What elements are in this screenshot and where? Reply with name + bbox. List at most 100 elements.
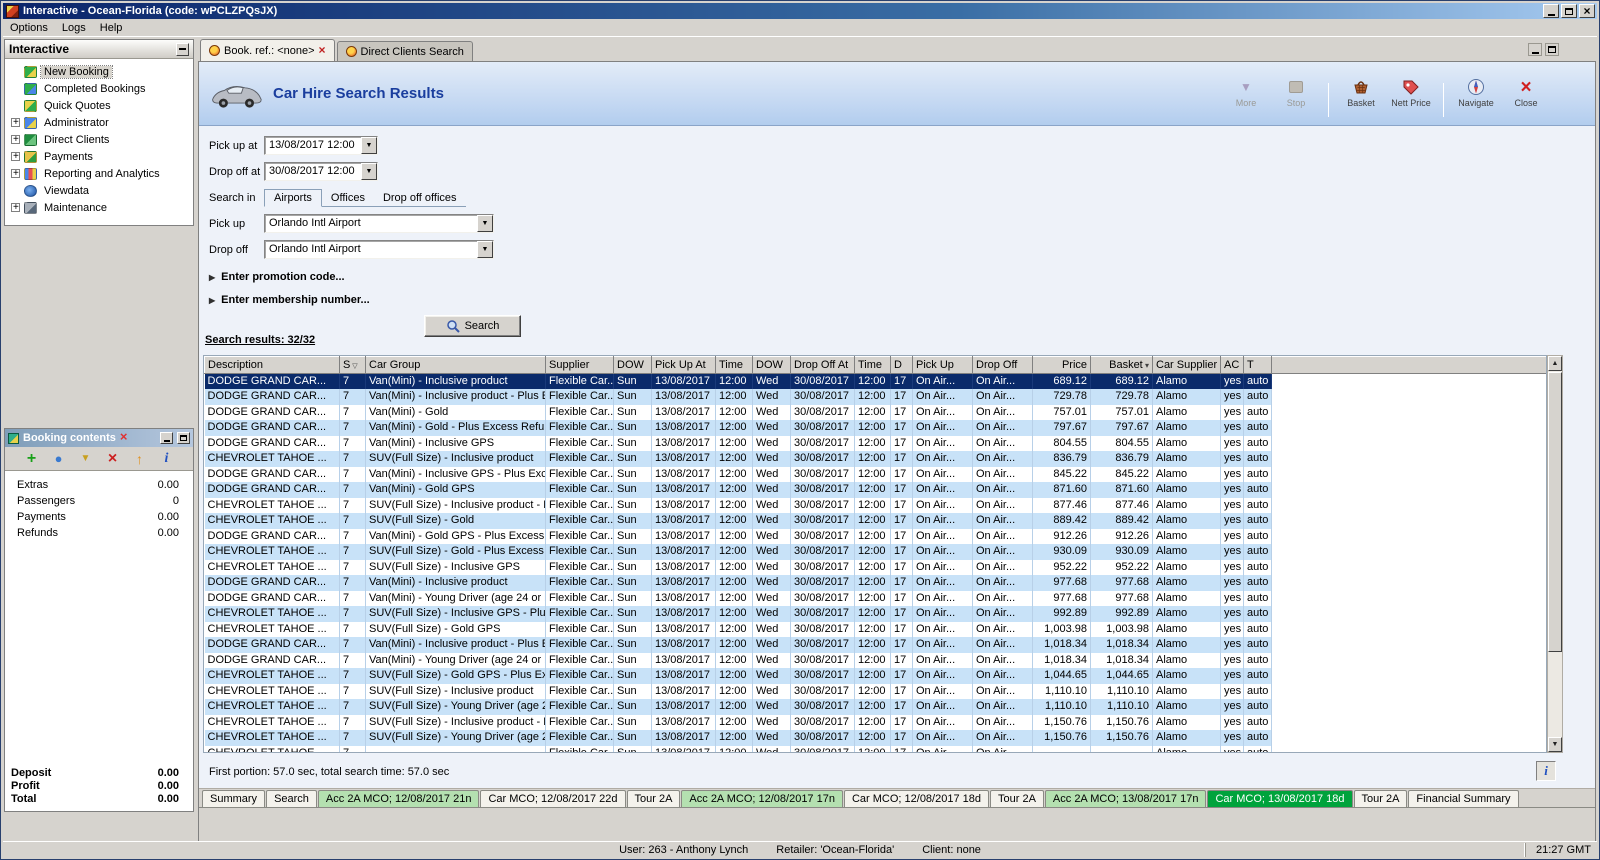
col-dropoff-at[interactable]: Drop Off At [790,356,855,374]
moveup-icon[interactable] [131,450,149,468]
result-row[interactable]: CHEVROLET TAHOE ... 7 SUV(Full Size) - G… [204,544,1546,560]
col-price[interactable]: Price [1032,356,1091,374]
table-scrollbar[interactable] [1547,355,1563,753]
result-row[interactable]: CHEVROLET TAHOE ... 7 SUV(Full Size) - G… [204,621,1546,637]
filter-icon[interactable] [77,450,95,468]
sidebar-item[interactable]: Quick Quotes [7,97,191,114]
col-car-supplier[interactable]: Car Supplier [1152,356,1221,374]
expand-icon[interactable] [11,117,20,128]
itinerary-tab[interactable]: Acc 2A MCO; 13/08/2017 17n [1044,790,1207,807]
globe-icon[interactable] [50,450,68,468]
itinerary-tab[interactable]: Search [266,790,317,807]
result-row[interactable]: DODGE GRAND CAR... 7 Van(Mini) - Inclusi… [204,466,1546,482]
col-pickup-time[interactable]: Time [715,356,753,374]
dropoff-location-combo[interactable]: Orlando Intl Airport [264,240,494,259]
tab-book-ref[interactable]: Book. ref.: <none> [200,39,335,61]
result-row[interactable]: DODGE GRAND CAR... 7 Van(Mini) - Inclusi… [204,575,1546,591]
itinerary-tab[interactable]: Car MCO; 13/08/2017 18d [1207,790,1353,807]
itinerary-tab[interactable]: Acc 2A MCO; 12/08/2017 17n [681,790,843,807]
result-row[interactable]: CHEVROLET TAHOE ... 7 SUV(Full Size) - I… [204,451,1546,467]
more-button[interactable]: More [1223,79,1269,108]
col-dropoff-loc[interactable]: Drop Off [972,356,1033,374]
col-supplier[interactable]: Supplier [545,356,614,374]
pane-restore-button[interactable] [1545,43,1559,56]
col-description[interactable]: Description [204,356,340,374]
result-row[interactable]: DODGE GRAND CAR... 7 Van(Mini) - Inclusi… [204,637,1546,653]
membership-expander[interactable]: Enter membership number... [209,289,521,311]
col-ac[interactable]: AC [1220,356,1244,374]
delete-icon[interactable] [104,450,122,468]
expand-icon[interactable] [11,168,20,179]
collapse-panel-button[interactable] [176,42,189,56]
result-row[interactable]: DODGE GRAND CAR... 7 Van(Mini) - Gold GP… [204,482,1546,498]
promo-code-expander[interactable]: Enter promotion code... [209,266,521,288]
col-days[interactable]: D [890,356,913,374]
result-row[interactable]: CHEVROLET TAHOE ... 7 SUV(Full Size) - I… [204,683,1546,699]
dropdown-arrow-icon[interactable] [361,137,377,154]
panel-restore-button[interactable] [177,432,190,444]
result-row[interactable]: CHEVROLET TAHOE ... 7 SUV(Full Size) - Y… [204,699,1546,715]
stop-button[interactable]: Stop [1273,79,1319,108]
search-in-tab[interactable]: Airports [264,189,322,207]
pickup-datetime-combo[interactable]: 13/08/2017 12:00 [264,136,378,155]
info-icon[interactable] [158,450,176,468]
result-row[interactable]: CHEVROLET TAHOE ... 7 SUV(Full Size) - I… [204,606,1546,622]
dropdown-arrow-icon[interactable] [477,215,493,232]
navigate-button[interactable]: Navigate [1453,79,1499,108]
menu-item[interactable]: Logs [55,21,93,35]
expand-icon[interactable] [11,202,20,213]
tab-direct-clients-search[interactable]: Direct Clients Search [336,41,473,61]
close-tab-icon[interactable] [319,45,326,57]
close-button[interactable] [1579,4,1595,18]
itinerary-tab[interactable]: Tour 2A [1353,790,1408,807]
sidebar-item[interactable]: Maintenance [7,199,191,216]
sidebar-item[interactable]: Payments [7,148,191,165]
scroll-up-icon[interactable] [1548,356,1562,371]
result-row[interactable]: DODGE GRAND CAR... 7 Van(Mini) - Young D… [204,590,1546,606]
close-panel-icon[interactable] [120,432,128,444]
itinerary-tab[interactable]: Car MCO; 12/08/2017 18d [843,790,989,807]
result-row[interactable]: DODGE GRAND CAR... 7 Van(Mini) - Gold Fl… [204,404,1546,420]
result-row[interactable]: CHEVROLET TAHOE ... 7 SUV(Full Size) - Y… [204,730,1546,746]
search-button[interactable]: Search [424,315,521,337]
col-pickup-at[interactable]: Pick Up At [651,356,716,374]
itinerary-tab[interactable]: Car MCO; 12/08/2017 22d [480,790,626,807]
dropdown-arrow-icon[interactable] [361,163,377,180]
minimize-button[interactable] [1543,4,1559,18]
expand-icon[interactable] [11,151,20,162]
basket-button[interactable]: Basket [1338,79,1384,108]
pane-minimize-button[interactable] [1528,43,1542,56]
sidebar-item[interactable]: New Booking [7,63,191,80]
panel-minimize-button[interactable] [160,432,173,444]
result-row[interactable]: CHEVROLET TAHOE ... 7 SUV(Full Size) - I… [204,497,1546,513]
dropdown-arrow-icon[interactable] [477,241,493,258]
result-row[interactable]: DODGE GRAND CAR... 7 Van(Mini) - Inclusi… [204,373,1546,389]
itinerary-tab[interactable]: Tour 2A [626,790,681,807]
result-row[interactable]: DODGE GRAND CAR... 7 Van(Mini) - Inclusi… [204,389,1546,405]
menu-item[interactable]: Help [93,21,130,35]
sidebar-item[interactable]: Reporting and Analytics [7,165,191,182]
result-row[interactable]: CHEVROLET TAHOE ... 7 SUV(Full Size) - G… [204,668,1546,684]
result-row[interactable]: CHEVROLET TAHOE ... 7 SUV(Full Size) - G… [204,513,1546,529]
col-basket[interactable]: Basket [1090,356,1153,374]
result-row[interactable]: DODGE GRAND CAR... 7 Van(Mini) - Gold GP… [204,528,1546,544]
result-row[interactable]: DODGE GRAND CAR... 7 Van(Mini) - Young D… [204,652,1546,668]
sidebar-item[interactable]: Administrator [7,114,191,131]
itinerary-tab[interactable]: Financial Summary [1408,790,1519,807]
result-row[interactable]: CHEVROLET TAHOE ... 7 SUV(Full Size) - I… [204,559,1546,575]
info-button[interactable] [1536,761,1556,781]
nett-price-button[interactable]: Nett Price [1388,79,1434,108]
scrollbar-thumb[interactable] [1548,372,1562,652]
col-pickup-loc[interactable]: Pick Up [912,356,973,374]
col-dropoff-time[interactable]: Time [854,356,891,374]
col-car-group[interactable]: Car Group [365,356,546,374]
col-dow-pickup[interactable]: DOW [613,356,652,374]
dropoff-datetime-combo[interactable]: 30/08/2017 12:00 [264,162,378,181]
result-row[interactable]: CHEVROLET TAHOE ... 7 Flexible Car... Su… [204,745,1546,752]
col-dow-dropoff[interactable]: DOW [752,356,791,374]
col-transmission[interactable]: T [1243,356,1272,374]
close-view-button[interactable]: Close [1503,79,1549,108]
result-row[interactable]: DODGE GRAND CAR... 7 Van(Mini) - Gold - … [204,420,1546,436]
expand-icon[interactable] [11,134,20,145]
result-row[interactable]: DODGE GRAND CAR... 7 Van(Mini) - Inclusi… [204,435,1546,451]
